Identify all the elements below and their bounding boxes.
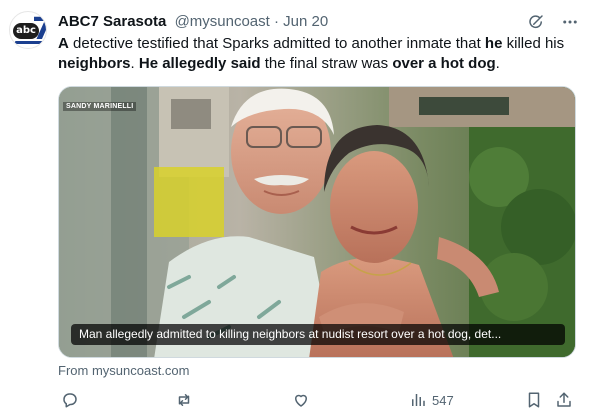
grok-icon[interactable]: [526, 12, 546, 32]
more-icon[interactable]: [560, 12, 580, 32]
reply-icon: [60, 390, 80, 410]
tweet-text: A detective testified that Sparks admitt…: [58, 34, 578, 74]
like-icon: [291, 390, 311, 410]
share-icon: [554, 390, 574, 410]
tweet-header: ABC7 Sarasota @mysuncoast · Jun 20: [58, 12, 328, 32]
views-button[interactable]: 547: [408, 389, 454, 411]
share-button[interactable]: [554, 389, 574, 411]
views-icon: [408, 390, 428, 410]
tweet-text-segment: neighbors: [58, 55, 131, 72]
tweet-text-segment: he: [484, 35, 503, 52]
tweet-text-segment: .: [130, 55, 139, 72]
tweet-text-segment: .: [495, 55, 500, 72]
photo: [59, 87, 575, 357]
photo-credit: SANDY MARINELLI: [63, 102, 137, 111]
tweet-text-segment: He allegedly said: [138, 55, 261, 72]
tweet-text-segment: killed his: [502, 35, 565, 52]
repost-button[interactable]: [174, 389, 194, 411]
avatar-logo-bar: [15, 41, 43, 44]
tweet-text-segment: the final straw was: [260, 55, 393, 72]
post-date[interactable]: Jun 20: [283, 13, 328, 30]
tweet-text-segment: detective testified that Sparks admitted…: [68, 35, 485, 52]
top-actions: [526, 11, 580, 33]
link-card-title[interactable]: Man allegedly admitted to killing neighb…: [71, 324, 565, 345]
tweet-text-segment: A: [58, 35, 69, 52]
link-source[interactable]: From mysuncoast.com: [58, 363, 189, 379]
reply-button[interactable]: [60, 389, 80, 411]
author-handle[interactable]: @mysuncoast: [175, 13, 270, 30]
views-count: 547: [432, 392, 454, 408]
like-button[interactable]: [291, 389, 311, 411]
tweet-text-segment: over a hot dog: [392, 55, 496, 72]
bookmark-icon: [524, 390, 544, 410]
bookmark-button[interactable]: [524, 389, 544, 411]
repost-icon: [174, 390, 194, 410]
header-separator: ·: [274, 13, 279, 30]
action-bar: 547: [58, 389, 578, 411]
avatar[interactable]: abc 7: [9, 11, 47, 49]
author-name[interactable]: ABC7 Sarasota: [58, 13, 166, 30]
tweet-card: abc 7 ABC7 Sarasota @mysuncoast · Jun 20…: [0, 0, 594, 415]
media-card[interactable]: SANDY MARINELLI Man allegedly admitted t…: [58, 86, 576, 358]
